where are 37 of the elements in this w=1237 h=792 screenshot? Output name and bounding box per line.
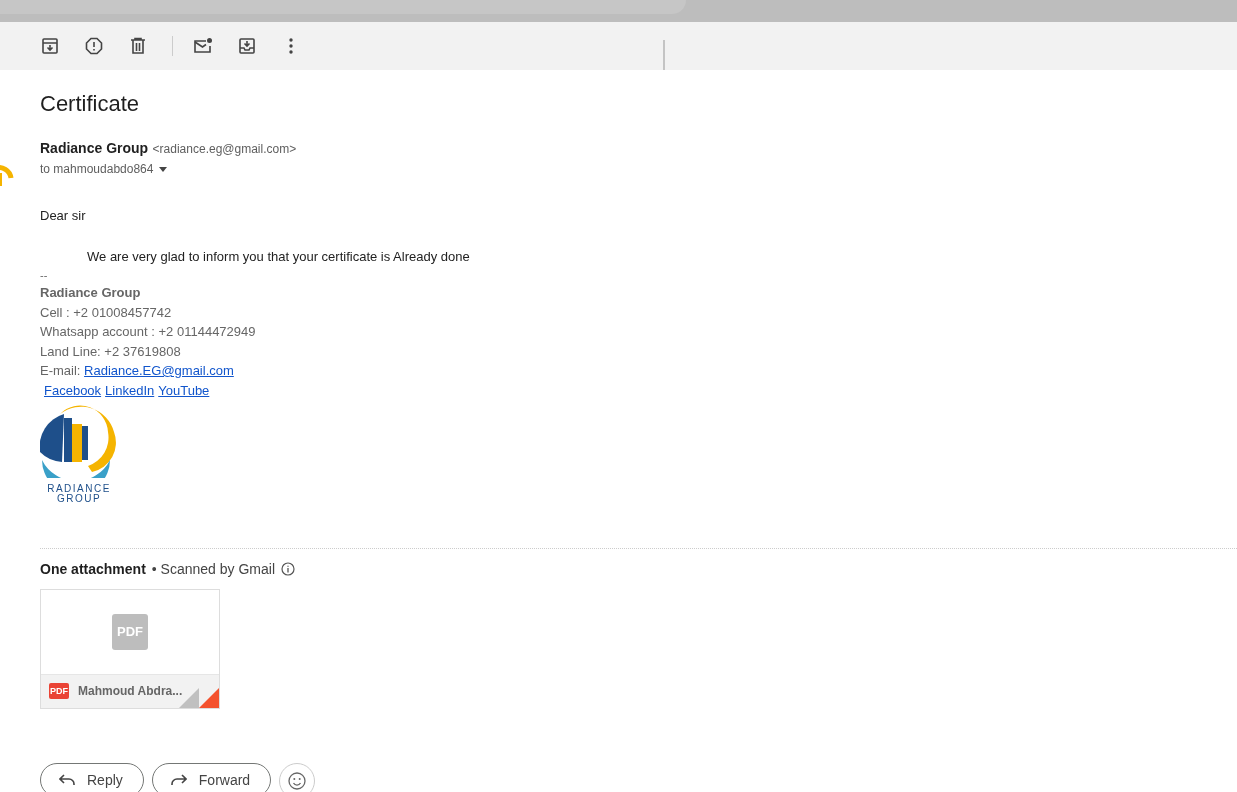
greeting-text: Dear sir (40, 208, 87, 223)
forward-arrow-icon (170, 773, 187, 786)
move-to-inbox-icon[interactable] (237, 36, 257, 56)
sender-name: Radiance Group (40, 140, 149, 156)
info-icon[interactable] (281, 561, 295, 576)
attachment-heading: One attachment (40, 560, 146, 577)
emoji-reaction-button[interactable] (279, 762, 316, 792)
message-text: We are very glad to inform you that your certificate is Already done (86, 249, 471, 264)
signature-name: Radiance Group (40, 284, 142, 302)
email-subject: Certificate (40, 91, 141, 117)
sender-email: <radiance.eg@gmail.com> (152, 142, 297, 156)
social-link[interactable]: YouTube (158, 380, 210, 400)
attachment-card[interactable]: PDF PDF Mahmoud Abdra... (40, 588, 220, 709)
report-spam-icon[interactable] (84, 36, 104, 56)
caret-icon[interactable] (159, 166, 168, 172)
forward-button[interactable]: Forward (151, 762, 272, 792)
pdf-file-icon: PDF (49, 683, 69, 699)
email-label: E-mail: (40, 363, 82, 378)
pdf-thumbnail: PDF (112, 613, 148, 650)
scan-note: • Scanned by Gmail (151, 560, 275, 577)
archive-icon[interactable] (40, 36, 60, 56)
social-link[interactable]: Facebook (44, 380, 102, 400)
attachment-name: Mahmoud Abdra... (78, 684, 183, 698)
reply-arrow-icon (59, 773, 75, 786)
smiley-icon (288, 771, 307, 790)
logo-text: RADIANCE (47, 483, 111, 494)
logo-text: GROUP (56, 493, 102, 504)
reply-button[interactable]: Reply (40, 762, 144, 792)
recipient-text: to mahmoudabdo864 (40, 162, 154, 176)
signature-line: Whatsapp account : +2 01144472949 (40, 324, 256, 339)
signature-line: Land Line: +2 37619808 (40, 343, 181, 359)
social-link[interactable]: LinkedIn (105, 380, 155, 400)
mark-unread-icon[interactable] (193, 36, 213, 56)
delete-icon[interactable] (128, 36, 148, 56)
email-link[interactable]: Radiance.EG@gmail.com (84, 363, 234, 378)
signature-separator: -- (40, 268, 49, 283)
signature-line: Cell : +2 01008457742 (40, 304, 172, 320)
